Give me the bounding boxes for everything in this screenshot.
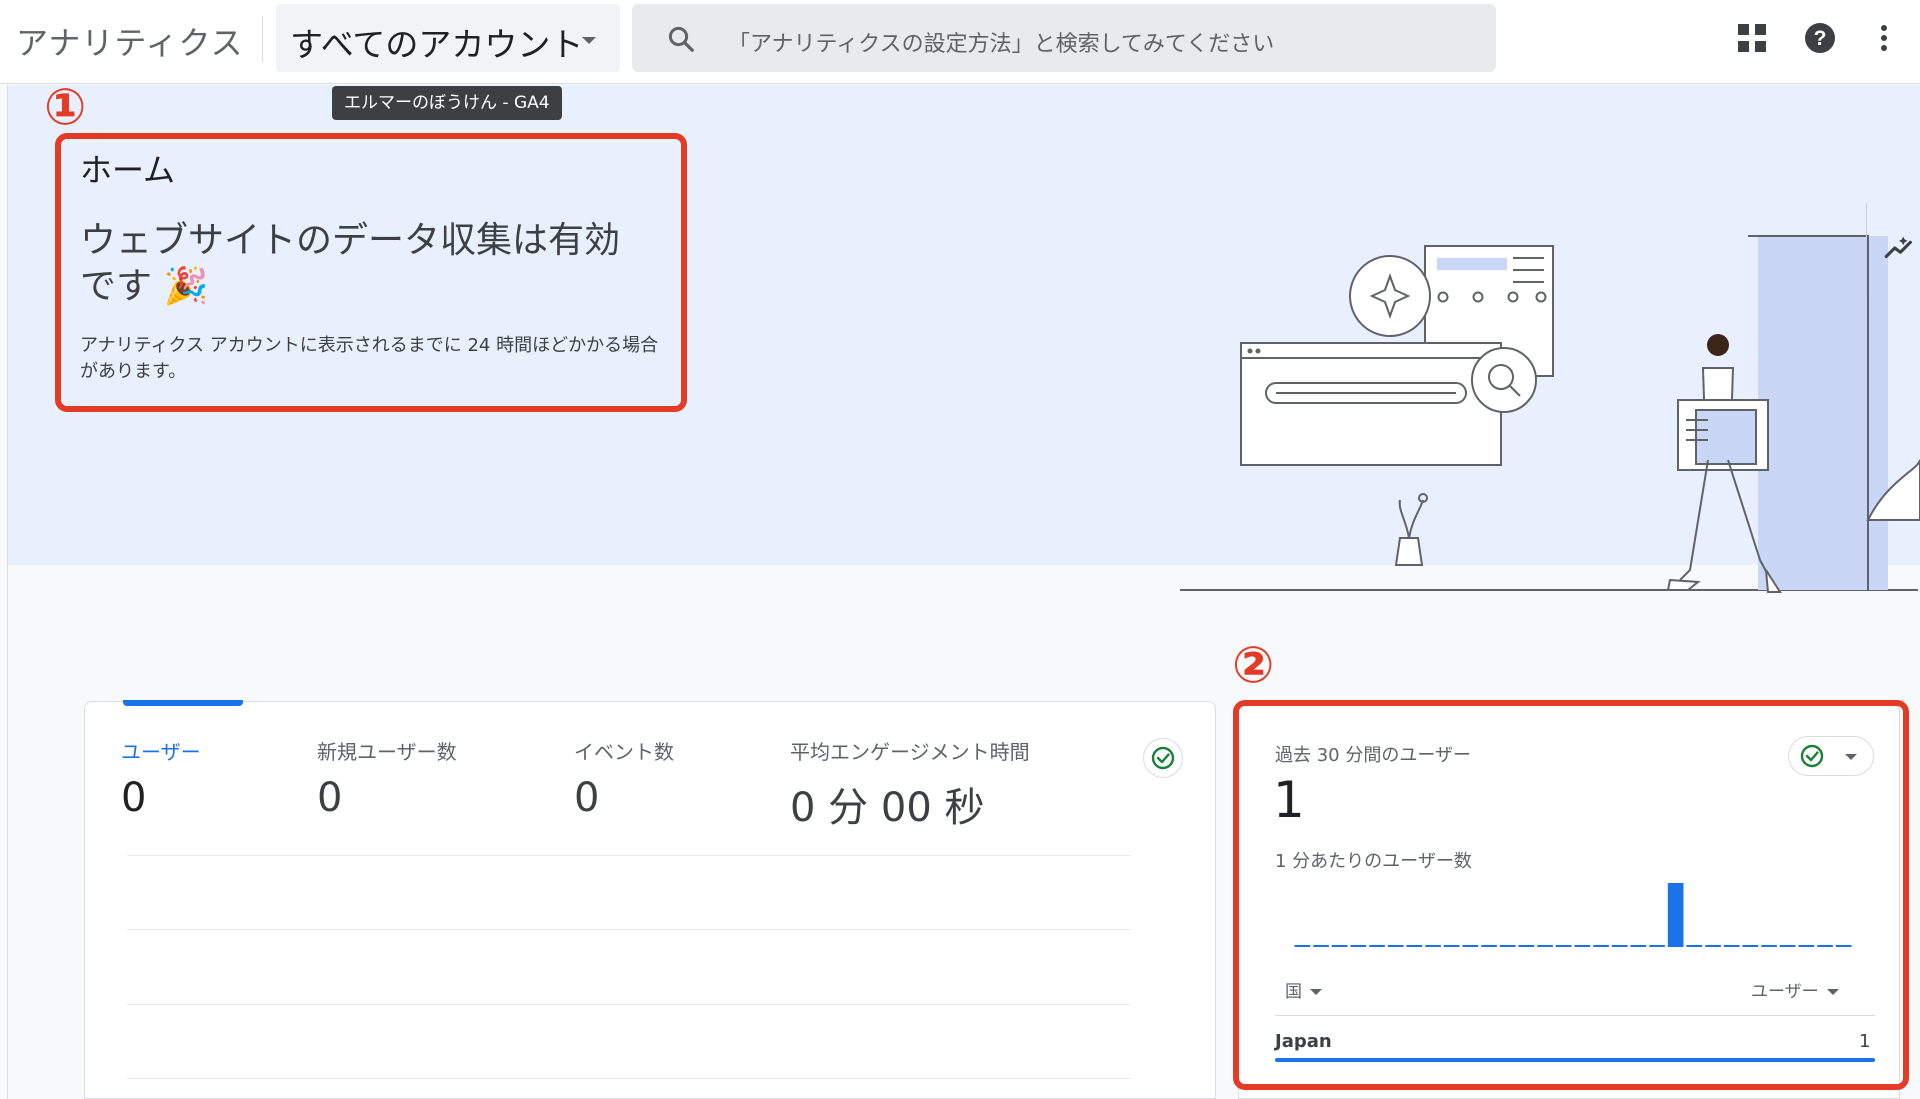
hero-headline: ウェブサイトのデータ収集は有効です 🎉	[80, 220, 621, 307]
metric-value: 0	[317, 775, 343, 821]
chart-gridline	[127, 1078, 1131, 1079]
metric-tab-new-users[interactable]: 新規ユーザー数 0	[317, 736, 457, 821]
search-bar[interactable]: 「アナリティクスの設定方法」と検索してみてください	[632, 4, 1496, 72]
search-input[interactable]: 「アナリティクスの設定方法」と検索してみてください	[728, 26, 1274, 58]
top-app-bar: アナリティクス すべてのアカウント 「アナリティクスの設定方法」と検索してみてく…	[0, 0, 1920, 84]
help-icon[interactable]: ?	[1800, 18, 1840, 58]
account-selector[interactable]: すべてのアカウント	[276, 4, 620, 72]
hero-description: アナリティクス アカウントに表示されるまでに 24 時間ほどかかる場合があります…	[80, 335, 659, 382]
search-icon	[668, 26, 694, 52]
active-tab-indicator	[123, 700, 243, 706]
metric-label: 新規ユーザー数	[317, 740, 457, 764]
metric-label: 平均エンゲージメント時間	[790, 740, 1030, 764]
check-circle-icon	[1151, 746, 1175, 770]
metric-label: イベント数	[574, 740, 674, 764]
metric-value: 0	[574, 775, 600, 821]
account-selector-label: すべてのアカウント	[290, 25, 584, 64]
divider	[1866, 203, 1867, 295]
overview-card: ユーザー 0 新規ユーザー数 0 イベント数 0 平均エンゲージメント時間 0 …	[84, 700, 1216, 1099]
metric-tab-events[interactable]: イベント数 0	[574, 736, 674, 821]
metric-label: ユーザー	[121, 740, 201, 764]
page-title: ホーム	[80, 151, 176, 189]
more-vert-icon[interactable]	[1864, 18, 1904, 58]
metric-value: 0	[121, 775, 147, 821]
annotation-box-2	[1233, 700, 1909, 1090]
app-name: アナリティクス	[16, 24, 244, 62]
data-quality-button[interactable]	[1143, 738, 1183, 778]
metric-tab-users[interactable]: ユーザー 0	[121, 736, 201, 821]
chart-gridline	[127, 1004, 1131, 1005]
chart-gridline	[127, 855, 1131, 856]
chevron-down-icon	[582, 37, 596, 44]
account-tooltip: エルマーのぼうけん - GA4	[332, 86, 562, 120]
annotation-marker-2: ②	[1232, 636, 1275, 694]
metric-value: 0 分 00 秒	[790, 785, 985, 831]
svg-text:?: ?	[1814, 27, 1827, 50]
divider	[262, 16, 263, 62]
apps-grid-icon[interactable]	[1732, 18, 1772, 58]
metric-tab-engagement-time[interactable]: 平均エンゲージメント時間 0 分 00 秒	[790, 736, 1030, 833]
insights-icon[interactable]	[1882, 231, 1916, 265]
annotation-marker-1: ①	[44, 78, 87, 136]
chart-gridline	[127, 929, 1131, 930]
illustration	[1180, 235, 1920, 593]
